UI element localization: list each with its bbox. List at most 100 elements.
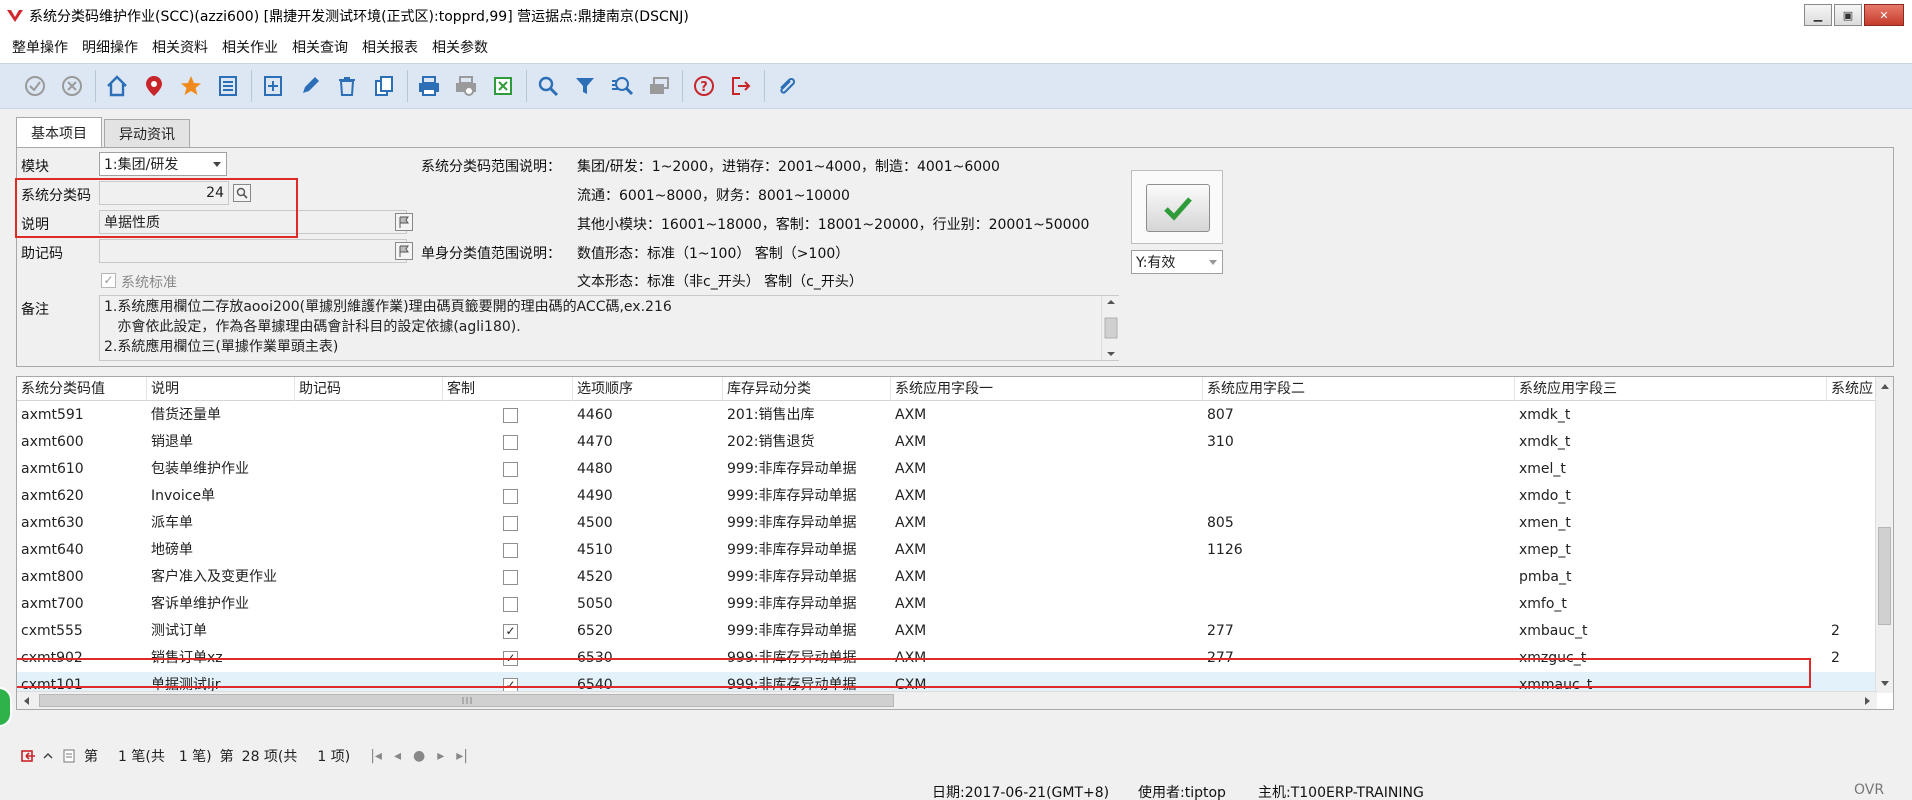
cell-field2: 310 xyxy=(1207,434,1234,450)
list-icon[interactable] xyxy=(213,71,243,101)
cell-desc: 派车单 xyxy=(151,515,193,531)
first-page-icon[interactable]: |◂ xyxy=(370,748,382,764)
grid-vertical-scrollbar[interactable] xyxy=(1875,377,1893,693)
print-preview-icon[interactable] xyxy=(451,71,481,101)
pager-prefix: 第 xyxy=(84,749,98,765)
custom-checkbox[interactable] xyxy=(503,543,518,558)
column-header-inv-class[interactable]: 库存异动分类 xyxy=(723,377,891,401)
system-std-checkbox[interactable]: ✓ xyxy=(101,273,116,288)
cell-mnemonic xyxy=(295,429,443,456)
table-row[interactable]: axmt630 派车单 4500 999:非库存异动单据 AXM 805 xmen_t xyxy=(17,510,1877,537)
cell-inv-class: 999:非库存异动单据 xyxy=(727,461,857,477)
cancel-icon[interactable] xyxy=(57,71,87,101)
confirm-icon[interactable] xyxy=(20,71,50,101)
module-select[interactable]: 1:集团/研发 xyxy=(99,152,227,176)
cell-seq: 4490 xyxy=(577,488,613,504)
menu-related-jobs[interactable]: 相关作业 xyxy=(222,37,278,57)
custom-checkbox[interactable] xyxy=(503,489,518,504)
range-line: 其他小模块：16001~18000，客制：18001~20000，行业别：200… xyxy=(577,217,1090,233)
column-header-desc[interactable]: 说明 xyxy=(147,377,295,401)
range-label: 系统分类码范围说明： xyxy=(421,159,561,175)
print-icon[interactable] xyxy=(414,71,444,101)
cell-field2: 1126 xyxy=(1207,542,1243,558)
column-header-code[interactable]: 系统分类码值 xyxy=(17,377,147,401)
cell-field1: AXM xyxy=(895,434,927,450)
prev-page-icon[interactable]: ◂ xyxy=(394,748,401,764)
custom-checkbox[interactable] xyxy=(503,408,518,423)
table-row[interactable]: axmt800 客户准入及变更作业 4520 999:非库存异动单据 AXM pmba_t xyxy=(17,564,1877,591)
tab-change-info[interactable]: 异动资讯 xyxy=(104,119,190,147)
cell-inv-class: 999:非库存异动单据 xyxy=(727,596,857,612)
memo-textarea[interactable]: 1.系统應用欄位二存放aooi200(單據別維護作業)理由碼頁籤要開的理由碼的A… xyxy=(99,295,1119,361)
menu-detail-ops[interactable]: 明细操作 xyxy=(82,37,138,57)
menu-related-data[interactable]: 相关资料 xyxy=(152,37,208,57)
cell-field1: AXM xyxy=(895,596,927,612)
memo-line: 1.系统應用欄位二存放aooi200(單據別維護作業)理由碼頁籤要開的理由碼的A… xyxy=(104,299,672,315)
multilang-icon[interactable] xyxy=(395,213,413,231)
exit-page-icon[interactable] xyxy=(20,748,36,764)
close-button[interactable]: ✕ xyxy=(1864,4,1904,26)
batch-icon[interactable] xyxy=(644,71,674,101)
table-row[interactable]: axmt700 客诉单维护作业 5050 999:非库存异动单据 AXM xmfo_t xyxy=(17,591,1877,618)
last-page-icon[interactable]: ▸| xyxy=(456,748,468,764)
memo-scrollbar[interactable] xyxy=(1101,296,1119,360)
horizontal-scroll-thumb[interactable] xyxy=(39,694,895,707)
menu-related-query[interactable]: 相关查询 xyxy=(292,37,348,57)
search-icon[interactable] xyxy=(533,71,563,101)
column-header-field1[interactable]: 系统应用字段一 xyxy=(891,377,1203,401)
grid-horizontal-scrollbar[interactable] xyxy=(17,691,1877,709)
side-float-icon[interactable] xyxy=(0,687,12,727)
exit-icon[interactable] xyxy=(726,71,756,101)
custom-checkbox[interactable] xyxy=(503,462,518,477)
column-header-field4[interactable]: 系统应 xyxy=(1827,377,1877,401)
multilang-icon[interactable] xyxy=(395,242,413,260)
favorite-star-icon[interactable] xyxy=(176,71,206,101)
custom-checkbox[interactable] xyxy=(503,570,518,585)
custom-checkbox[interactable] xyxy=(503,597,518,612)
next-page-icon[interactable]: ▸ xyxy=(437,748,444,764)
table-row[interactable]: axmt620 Invoice单 4490 999:非库存异动单据 AXM xmdo_t xyxy=(17,483,1877,510)
column-header-field2[interactable]: 系统应用字段二 xyxy=(1203,377,1515,401)
tab-basic-items[interactable]: 基本项目 xyxy=(16,117,102,147)
column-header-mnemonic[interactable]: 助记码 xyxy=(295,377,443,401)
edit-icon[interactable] xyxy=(295,71,325,101)
add-icon[interactable] xyxy=(258,71,288,101)
export-excel-icon[interactable] xyxy=(488,71,518,101)
filter-icon[interactable] xyxy=(570,71,600,101)
table-row[interactable]: cxmt555 测试订单 6520 999:非库存异动单据 AXM 277 xmbauc_t… xyxy=(17,618,1877,645)
menu-related-reports[interactable]: 相关报表 xyxy=(362,37,418,57)
attachment-icon[interactable] xyxy=(771,71,801,101)
location-pin-icon[interactable] xyxy=(139,71,169,101)
delete-icon[interactable] xyxy=(332,71,362,101)
vertical-scroll-thumb[interactable] xyxy=(1878,526,1891,625)
menu-whole-doc-ops[interactable]: 整单操作 xyxy=(12,37,68,57)
column-header-field3[interactable]: 系统应用字段三 xyxy=(1515,377,1827,401)
current-page-dot-icon[interactable]: ● xyxy=(413,748,425,764)
column-header-custom[interactable]: 客制 xyxy=(443,377,573,401)
chevron-up-icon[interactable] xyxy=(42,750,54,762)
window-title: 系统分类码维护作业(SCC)(azzi600) [鼎捷开发测试环境(正式区):t… xyxy=(29,8,689,25)
column-header-seq[interactable]: 选项顺序 xyxy=(573,377,723,401)
confirm-button[interactable] xyxy=(1146,184,1210,232)
help-icon[interactable]: ? xyxy=(689,71,719,101)
status-select[interactable]: Y:有效 xyxy=(1131,250,1223,274)
maximize-button[interactable]: ▣ xyxy=(1834,4,1862,26)
home-icon[interactable] xyxy=(102,71,132,101)
custom-checkbox[interactable] xyxy=(503,516,518,531)
menu-related-params[interactable]: 相关参数 xyxy=(432,37,488,57)
cell-field3: xmdo_t xyxy=(1519,488,1571,504)
table-row[interactable]: axmt591 借货还量单 4460 201:销售出库 AXM 807 xmdk_t xyxy=(17,402,1877,429)
pager-record-total: 1 笔) xyxy=(178,749,212,765)
copy-icon[interactable] xyxy=(369,71,399,101)
minimize-button[interactable]: ▁ xyxy=(1804,4,1832,26)
toolbar-separator xyxy=(251,70,252,102)
cell-field4 xyxy=(1827,564,1877,591)
table-row[interactable]: axmt610 包装单维护作业 4480 999:非库存异动单据 AXM xmel_t xyxy=(17,456,1877,483)
custom-checkbox[interactable] xyxy=(503,435,518,450)
cell-field4 xyxy=(1827,591,1877,618)
advanced-search-icon[interactable] xyxy=(607,71,637,101)
custom-checkbox[interactable]: ✓ xyxy=(503,624,518,639)
table-row[interactable]: axmt600 销退单 4470 202:销售退货 AXM 310 xmdk_t xyxy=(17,429,1877,456)
mnemonic-field[interactable] xyxy=(99,239,407,263)
table-row[interactable]: axmt640 地磅单 4510 999:非库存异动单据 AXM 1126 xmep_t xyxy=(17,537,1877,564)
